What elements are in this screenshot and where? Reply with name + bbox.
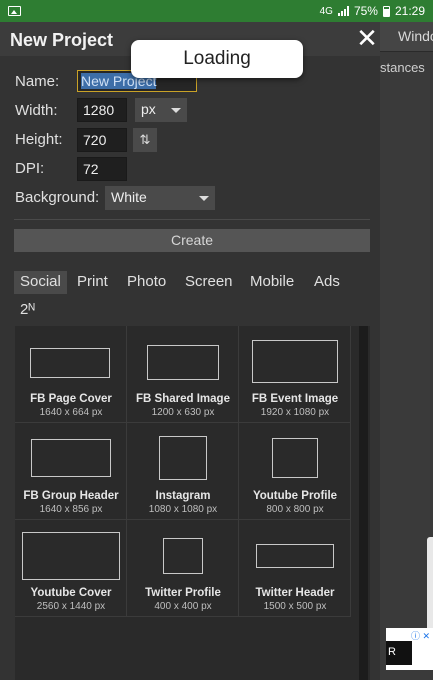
preset-size: 1200 x 630 px <box>151 407 215 418</box>
edge-panel-handle[interactable] <box>427 537 433 637</box>
preset-name: Twitter Profile <box>145 587 221 599</box>
background-select[interactable]: White <box>105 186 215 210</box>
width-label: Width: <box>15 102 58 119</box>
ad-close-icon[interactable]: ⓘ ✕ <box>411 629 430 642</box>
tab-social[interactable]: Social <box>14 271 67 294</box>
preset-preview <box>256 544 334 568</box>
clock: 21:29 <box>394 4 425 18</box>
preset-card[interactable]: FB Event Image 1920 x 1080 px <box>239 326 351 423</box>
preset-card[interactable]: FB Group Header 1640 x 856 px <box>15 423 127 520</box>
status-bar: 4G 75% 21:29 <box>0 0 433 22</box>
tab-print[interactable]: Print <box>71 271 114 294</box>
ad-banner[interactable]: ⓘ ✕ R <box>386 628 433 670</box>
new-project-dialog: New Project ✕ Name: New Project Width: 1… <box>0 22 380 680</box>
battery-percent: 75% <box>353 4 378 18</box>
battery-icon <box>382 5 390 17</box>
tab-screen[interactable]: Screen <box>179 271 239 294</box>
preset-name: FB Page Cover <box>30 393 112 405</box>
preset-size: 1080 x 1080 px <box>148 504 218 515</box>
unit-select-value: px <box>141 101 156 117</box>
tab-2n[interactable]: 2ᴺ <box>14 299 41 322</box>
preset-size: 1920 x 1080 px <box>260 407 330 418</box>
preset-size: 2560 x 1440 px <box>36 601 106 612</box>
window-menu[interactable]: Windo <box>398 28 433 44</box>
status-right: 4G 75% 21:29 <box>320 4 425 18</box>
preset-preview <box>163 538 203 574</box>
loading-toast: Loading <box>131 40 303 78</box>
preset-preview <box>30 348 110 378</box>
close-icon[interactable]: ✕ <box>352 22 382 56</box>
chevron-down-icon <box>171 108 181 113</box>
preset-size: 1500 x 500 px <box>263 601 327 612</box>
preset-card[interactable]: Twitter Header 1500 x 500 px <box>239 520 351 617</box>
preset-preview <box>272 438 318 478</box>
preset-name: FB Group Header <box>23 490 119 502</box>
preset-preview <box>147 345 219 380</box>
create-button[interactable]: Create <box>14 229 370 252</box>
height-input[interactable]: 720 <box>77 128 127 152</box>
swap-dimensions-button[interactable]: ⇅ <box>133 128 157 152</box>
preset-size: 1640 x 664 px <box>39 407 103 418</box>
preset-name: Twitter Header <box>255 587 335 599</box>
background-app-panel: Windo stances <box>380 22 433 680</box>
preset-card[interactable]: Youtube Profile 800 x 800 px <box>239 423 351 520</box>
preset-preview <box>252 340 338 383</box>
preset-name: Instagram <box>155 490 211 502</box>
unit-select[interactable]: px <box>135 98 187 122</box>
dialog-title: New Project <box>10 30 114 50</box>
preset-preview <box>31 439 111 477</box>
preset-name: FB Shared Image <box>136 393 230 405</box>
network-type-icon: 4G <box>319 5 333 17</box>
divider <box>14 219 370 220</box>
preset-card[interactable]: FB Shared Image 1200 x 630 px <box>127 326 239 423</box>
tab-mobile[interactable]: Mobile <box>244 271 300 294</box>
tab-ads[interactable]: Ads <box>308 271 346 294</box>
preset-grid: FB Page Cover 1640 x 664 px FB Shared Im… <box>15 326 370 680</box>
preset-name: Youtube Profile <box>252 490 338 502</box>
signal-icon <box>337 6 349 16</box>
preset-card[interactable]: FB Page Cover 1640 x 664 px <box>15 326 127 423</box>
preset-size: 400 x 400 px <box>154 601 212 612</box>
dpi-input[interactable]: 72 <box>77 157 127 181</box>
dpi-label: DPI: <box>15 160 45 177</box>
ad-image: R <box>386 641 412 665</box>
preset-preview <box>159 436 207 480</box>
preset-size: 800 x 800 px <box>266 504 324 515</box>
background-label: Background: <box>15 189 100 206</box>
grid-scrollbar[interactable] <box>359 326 368 680</box>
height-label: Height: <box>15 131 63 148</box>
tab-photo[interactable]: Photo <box>121 271 172 294</box>
preset-name: FB Event Image <box>251 393 339 405</box>
swap-icon: ⇅ <box>139 132 151 147</box>
preset-card[interactable]: Youtube Cover 2560 x 1440 px <box>15 520 127 617</box>
preset-name: Youtube Cover <box>30 587 112 599</box>
preset-card[interactable]: Twitter Profile 400 x 400 px <box>127 520 239 617</box>
background-menu-bar: Windo <box>380 22 433 52</box>
image-icon <box>8 6 21 16</box>
chevron-down-icon <box>199 196 209 201</box>
preset-card[interactable]: Instagram 1080 x 1080 px <box>127 423 239 520</box>
name-label: Name: <box>15 73 60 90</box>
width-input[interactable]: 1280 <box>77 98 127 122</box>
instances-label: stances <box>380 60 425 75</box>
preset-size: 1640 x 856 px <box>39 504 103 515</box>
background-select-value: White <box>111 189 147 205</box>
preset-preview <box>22 532 120 580</box>
